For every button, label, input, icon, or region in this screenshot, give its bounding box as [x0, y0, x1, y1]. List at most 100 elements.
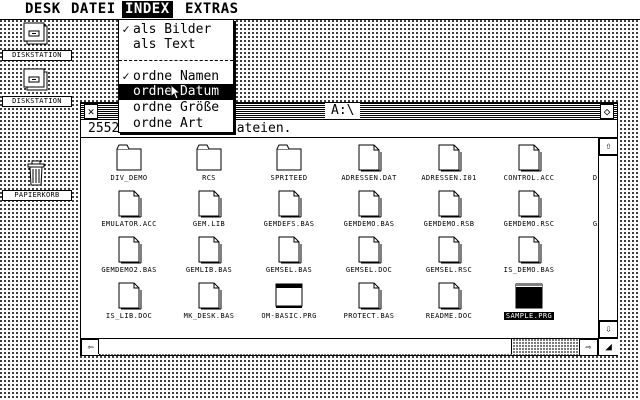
- file-item[interactable]: SAMPLE.PRG: [489, 280, 569, 326]
- file-item[interactable]: CONTROL.ACC: [489, 142, 569, 188]
- close-box[interactable]: ✕: [84, 104, 98, 119]
- desktop-drive-icon-2[interactable]: DISKSTATION: [0, 68, 72, 108]
- menu-item-label: ordne Namen: [133, 69, 220, 84]
- program-icon: [515, 283, 543, 309]
- horizontal-scrollbar[interactable]: ⇦ ⇨: [81, 338, 598, 356]
- menu-datei[interactable]: DATEI: [68, 1, 119, 18]
- scroll-right-arrow[interactable]: ⇨: [579, 339, 598, 356]
- file-name: PROTECT.BAS: [343, 312, 395, 320]
- document-icon: [278, 190, 302, 218]
- file-item[interactable]: GEM.LIB: [169, 188, 249, 234]
- menu-extras[interactable]: EXTRAS: [182, 1, 242, 18]
- file-name: GEMSEL.BAS: [265, 266, 313, 274]
- file-name: GEMDEMO2.BAS: [101, 266, 157, 274]
- file-item[interactable]: GEMDEMO.BAS: [329, 188, 409, 234]
- file-name: GEMDEMO.RSB: [423, 220, 475, 228]
- file-name: RCS: [202, 174, 216, 182]
- file-item[interactable]: GEMDEMO.RSB: [409, 188, 489, 234]
- desktop-drive-label: DISKSTATION: [2, 96, 72, 107]
- document-icon: [118, 190, 142, 218]
- file-name: DIV_DEMO: [110, 174, 148, 182]
- menu-item-ordne-namen[interactable]: ✓ ordne Namen: [119, 68, 233, 84]
- scroll-up-arrow[interactable]: ⇧: [599, 138, 618, 155]
- file-name: GEMDEMO.RSC: [503, 220, 555, 228]
- desktop-drive-label: DISKSTATION: [2, 50, 72, 61]
- file-item[interactable]: README.DOC: [409, 280, 489, 326]
- document-icon: [518, 236, 542, 264]
- file-name: GEM.LIB: [192, 220, 226, 228]
- file-item[interactable]: OM-BASIC.PRG: [249, 280, 329, 326]
- file-item[interactable]: PROTECT.BAS: [329, 280, 409, 326]
- menu-item-ordne-groesse[interactable]: ordne Größe: [119, 100, 233, 116]
- document-icon: [438, 144, 462, 172]
- file-item[interactable]: IS_L: [569, 234, 598, 280]
- menu-item-als-text[interactable]: als Text: [119, 37, 233, 53]
- document-icon: [118, 236, 142, 264]
- file-name: ADRESSEN.I01: [421, 174, 477, 182]
- document-icon: [278, 236, 302, 264]
- file-item[interactable]: SPRITEED: [249, 142, 329, 188]
- document-icon: [198, 236, 222, 264]
- size-box[interactable]: ◢: [598, 338, 618, 355]
- file-item[interactable]: GEMLIB.BAS: [169, 234, 249, 280]
- vertical-scroll-thumb[interactable]: [599, 155, 617, 321]
- file-item[interactable]: IS_LIB.DOC: [89, 280, 169, 326]
- file-name: SPRITEED: [270, 174, 308, 182]
- file-item[interactable]: ADRESSEN.I01: [409, 142, 489, 188]
- document-icon: [358, 144, 382, 172]
- file-item[interactable]: MK_DESK.BAS: [169, 280, 249, 326]
- menu-item-als-bilder[interactable]: ✓ als Bilder: [119, 21, 233, 37]
- file-item[interactable]: IS_DEMO.BAS: [489, 234, 569, 280]
- file-item[interactable]: GEMSEL.BAS: [249, 234, 329, 280]
- menu-bar: DESK DATEI INDEX EXTRAS: [0, 0, 640, 20]
- drawer-icon: [23, 68, 48, 91]
- directory-window: ✕ A:\ ◇ 25524 Bytes in 27 Dateien. DIV_D…: [80, 102, 618, 356]
- file-item[interactable]: GEMDEMO2.BAS: [89, 234, 169, 280]
- file-item[interactable]: DESKTOP: [569, 142, 598, 188]
- file-item[interactable]: EMULATOR.ACC: [89, 188, 169, 234]
- file-name: OM-BASIC.PRG: [261, 312, 317, 320]
- file-item[interactable]: GEMSEL.DOC: [329, 234, 409, 280]
- desktop-trash[interactable]: PAPIERKORB: [0, 160, 72, 202]
- menu-index[interactable]: INDEX: [122, 1, 173, 18]
- document-icon: [198, 190, 222, 218]
- file-item[interactable]: GEMSEL.RSC: [409, 234, 489, 280]
- document-icon: [198, 282, 222, 310]
- horizontal-scroll-thumb[interactable]: [98, 339, 512, 354]
- file-name: EMULATOR.ACC: [101, 220, 157, 228]
- full-box[interactable]: ◇: [600, 104, 614, 119]
- file-name: GEMDEFS.BAS: [263, 220, 315, 228]
- document-icon: [438, 190, 462, 218]
- drawer-icon: [23, 22, 48, 45]
- file-item[interactable]: ADRESSEN.DAT: [329, 142, 409, 188]
- folder-icon: [276, 144, 302, 171]
- document-icon: [518, 144, 542, 172]
- menu-desk[interactable]: DESK: [22, 1, 64, 18]
- file-name: GEMLIB.BAS: [185, 266, 233, 274]
- scroll-down-arrow[interactable]: ⇩: [599, 321, 618, 338]
- mouse-pointer-icon: [170, 84, 182, 100]
- document-icon: [358, 236, 382, 264]
- file-name: GEMDEMO.BAS: [343, 220, 395, 228]
- file-item[interactable]: GEMDEFS.BAS: [249, 188, 329, 234]
- trash-icon: [27, 160, 45, 186]
- file-name: GEMDEMO: [592, 220, 598, 228]
- menu-item-ordne-art[interactable]: ordne Art: [119, 116, 233, 132]
- file-item[interactable]: DIV_DEMO: [89, 142, 169, 188]
- document-icon: [358, 190, 382, 218]
- file-name: IS_LIB.DOC: [105, 312, 153, 320]
- file-name: IS_L: [563, 266, 598, 274]
- vertical-scrollbar[interactable]: ⇧ ⇩: [598, 138, 618, 338]
- file-area: DIV_DEMO RCS SPRITEED ADRESSEN.DAT ADRESSEN.…: [81, 138, 598, 338]
- menu-item-label: als Bilder: [133, 22, 212, 37]
- menu-separator: [119, 60, 233, 61]
- folder-icon: [196, 144, 222, 171]
- desktop-drive-icon-1[interactable]: DISKSTATION: [0, 22, 72, 62]
- file-item[interactable]: RCS: [169, 142, 249, 188]
- checkmark-icon: ✓: [122, 69, 130, 83]
- file-item[interactable]: GEMDEMO.RSC: [489, 188, 569, 234]
- file-item[interactable]: GEMDEMO: [569, 188, 598, 234]
- file-name: SAMPLE.PRG: [503, 312, 555, 320]
- file-name: DESKTOP: [592, 174, 598, 182]
- program-icon: [275, 283, 303, 308]
